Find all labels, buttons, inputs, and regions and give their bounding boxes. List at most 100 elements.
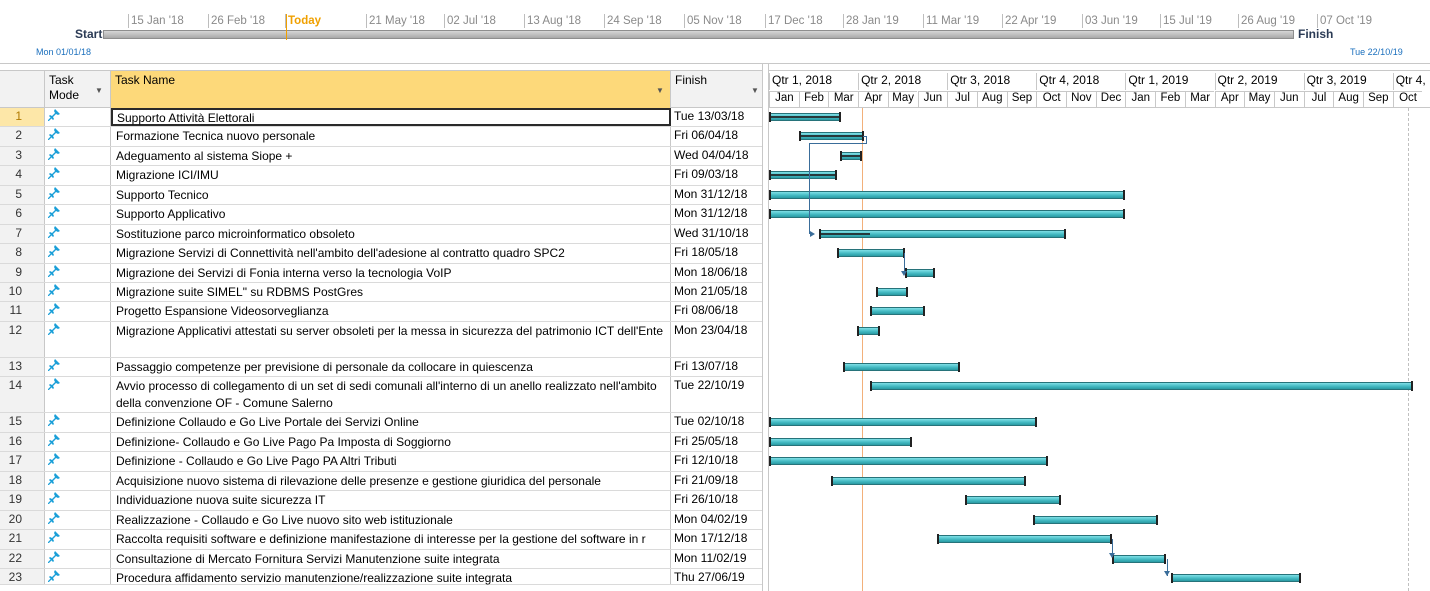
table-row[interactable]: 8 Migrazione Servizi di Connettività nell…: [0, 244, 762, 264]
gantt-task-bar[interactable]: [843, 362, 960, 372]
table-row[interactable]: 4 Migrazione ICI/IMU Fri 09/03/18: [0, 166, 762, 186]
finish-cell[interactable]: Mon 17/12/18: [671, 530, 762, 549]
task-mode-cell[interactable]: [45, 264, 111, 282]
task-name-cell[interactable]: Definizione - Collaudo e Go Live Pago PA…: [111, 452, 671, 471]
table-row[interactable]: 11 Progetto Espansione Videosorveglianza F…: [0, 302, 762, 322]
finish-cell[interactable]: Wed 04/04/18: [671, 147, 762, 165]
finish-cell[interactable]: Fri 12/10/18: [671, 452, 762, 471]
task-mode-cell[interactable]: [45, 530, 111, 549]
table-row[interactable]: 5 Supporto Tecnico Mon 31/12/18: [0, 186, 762, 205]
task-mode-cell[interactable]: [45, 472, 111, 490]
table-row[interactable]: 6 Supporto Applicativo Mon 31/12/18: [0, 205, 762, 225]
finish-cell[interactable]: Fri 13/07/18: [671, 358, 762, 376]
gantt-task-bar[interactable]: [1112, 554, 1166, 564]
task-name-cell[interactable]: Avvio processo di collegamento di un set…: [111, 377, 671, 412]
task-name-cell[interactable]: Definizione- Collaudo e Go Live Pago Pa …: [111, 433, 671, 451]
task-mode-cell[interactable]: [45, 433, 111, 451]
row-id[interactable]: 1: [0, 108, 45, 126]
table-row[interactable]: 21 Raccolta requisiti software e definizi…: [0, 530, 762, 550]
task-name-cell[interactable]: Sostituzione parco microinformatico obso…: [111, 225, 671, 243]
gantt-task-bar[interactable]: [769, 437, 912, 447]
gantt-task-bar[interactable]: [769, 170, 837, 180]
finish-cell[interactable]: Tue 22/10/19: [671, 377, 762, 412]
task-name-cell[interactable]: Supporto Attività Elettorali: [111, 108, 671, 126]
gantt-task-bar[interactable]: [769, 190, 1126, 200]
task-mode-cell[interactable]: [45, 550, 111, 568]
gantt-task-bar[interactable]: [856, 326, 881, 336]
task-name-cell[interactable]: Migrazione dei Servizi di Fonia interna …: [111, 264, 671, 282]
row-id[interactable]: 13: [0, 358, 45, 376]
table-row[interactable]: 15 Definizione Collaudo e Go Live Portale…: [0, 413, 762, 433]
gantt-task-bar[interactable]: [769, 112, 841, 122]
task-name-cell[interactable]: Migrazione Servizi di Connettività nell'…: [111, 244, 671, 263]
finish-cell[interactable]: Mon 04/02/19: [671, 511, 762, 529]
task-name-cell[interactable]: Raccolta requisiti software e definizion…: [111, 530, 671, 549]
finish-cell[interactable]: Fri 26/10/18: [671, 491, 762, 510]
task-name-cell[interactable]: Supporto Applicativo: [111, 205, 671, 224]
timeline-view[interactable]: 15 Jan '18 26 Feb '18 Today 21 May '18 02 Ju…: [0, 0, 1430, 64]
gantt-task-bar[interactable]: [769, 456, 1048, 466]
dependency-link[interactable]: [809, 143, 810, 234]
finish-cell[interactable]: Fri 25/05/18: [671, 433, 762, 451]
task-name-cell[interactable]: Migrazione Applicativi attestati su serv…: [111, 322, 671, 357]
chevron-down-icon[interactable]: ▼: [656, 83, 664, 98]
task-name-cell[interactable]: Definizione Collaudo e Go Live Portale d…: [111, 413, 671, 432]
table-row[interactable]: 3 Adeguamento al sistema Siope + Wed 04/04…: [0, 147, 762, 166]
column-header-finish[interactable]: Finish ▼: [671, 71, 762, 108]
row-id[interactable]: 21: [0, 530, 45, 549]
task-name-cell[interactable]: Consultazione di Mercato Fornitura Servi…: [111, 550, 671, 568]
finish-cell[interactable]: Fri 06/04/18: [671, 127, 762, 146]
row-id[interactable]: 18: [0, 472, 45, 490]
gantt-task-bar[interactable]: [798, 131, 865, 141]
finish-cell[interactable]: Fri 18/05/18: [671, 244, 762, 263]
column-header-task-mode[interactable]: Task Mode ▼: [45, 71, 111, 108]
table-row[interactable]: 20 Realizzazione - Collaudo e Go Live nuo…: [0, 511, 762, 530]
task-name-cell[interactable]: Adeguamento al sistema Siope +: [111, 147, 671, 165]
finish-cell[interactable]: Fri 08/06/18: [671, 302, 762, 321]
gantt-task-bar[interactable]: [965, 495, 1062, 505]
task-mode-cell[interactable]: [45, 491, 111, 510]
row-id[interactable]: 10: [0, 283, 45, 301]
task-mode-cell[interactable]: [45, 377, 111, 412]
row-id[interactable]: 20: [0, 511, 45, 529]
table-row[interactable]: 10 Migrazione suite SIMEL" su RDBMS PostG…: [0, 283, 762, 302]
table-row[interactable]: 9 Migrazione dei Servizi di Fonia interna…: [0, 264, 762, 283]
finish-cell[interactable]: Mon 21/05/18: [671, 283, 762, 301]
task-mode-cell[interactable]: [45, 147, 111, 165]
table-row[interactable]: 7 Sostituzione parco microinformatico obs…: [0, 225, 762, 244]
finish-cell[interactable]: Tue 13/03/18: [671, 108, 762, 126]
task-name-cell[interactable]: Acquisizione nuovo sistema di rilevazion…: [111, 472, 671, 490]
finish-cell[interactable]: Mon 31/12/18: [671, 205, 762, 224]
timeline-bar[interactable]: [103, 30, 1294, 39]
task-mode-cell[interactable]: [45, 108, 111, 126]
row-id[interactable]: 17: [0, 452, 45, 471]
finish-cell[interactable]: Mon 23/04/18: [671, 322, 762, 357]
table-row[interactable]: 14 Avvio processo di collegamento di un s…: [0, 377, 762, 413]
row-id[interactable]: 6: [0, 205, 45, 224]
gantt-task-bar[interactable]: [869, 381, 1414, 391]
row-id[interactable]: 11: [0, 302, 45, 321]
gantt-task-bar[interactable]: [1033, 515, 1159, 525]
task-name-cell[interactable]: Migrazione suite SIMEL" su RDBMS PostGre…: [111, 283, 671, 301]
task-mode-cell[interactable]: [45, 322, 111, 357]
task-mode-cell[interactable]: [45, 225, 111, 243]
gantt-task-bar[interactable]: [769, 209, 1126, 219]
task-mode-cell[interactable]: [45, 127, 111, 146]
select-all-corner[interactable]: [0, 71, 45, 108]
task-mode-cell[interactable]: [45, 283, 111, 301]
gantt-task-bar[interactable]: [831, 476, 1027, 486]
pane-splitter[interactable]: [762, 64, 769, 591]
task-mode-cell[interactable]: [45, 569, 111, 584]
chevron-down-icon[interactable]: ▼: [751, 83, 759, 98]
gantt-task-bar[interactable]: [936, 534, 1113, 544]
gantt-task-bar[interactable]: [769, 417, 1038, 427]
row-id[interactable]: 2: [0, 127, 45, 146]
table-row[interactable]: 19 Individuazione nuova suite sicurezza I…: [0, 491, 762, 511]
chevron-down-icon[interactable]: ▼: [95, 83, 103, 98]
row-id[interactable]: 12: [0, 322, 45, 357]
finish-cell[interactable]: Mon 11/02/19: [671, 550, 762, 568]
task-mode-cell[interactable]: [45, 205, 111, 224]
row-id[interactable]: 4: [0, 166, 45, 185]
gantt-chart[interactable]: Qtr 1, 2018 Qtr 2, 2018 Qtr 3, 2018 Qtr 4, …: [769, 70, 1430, 591]
dependency-link[interactable]: [809, 143, 867, 144]
